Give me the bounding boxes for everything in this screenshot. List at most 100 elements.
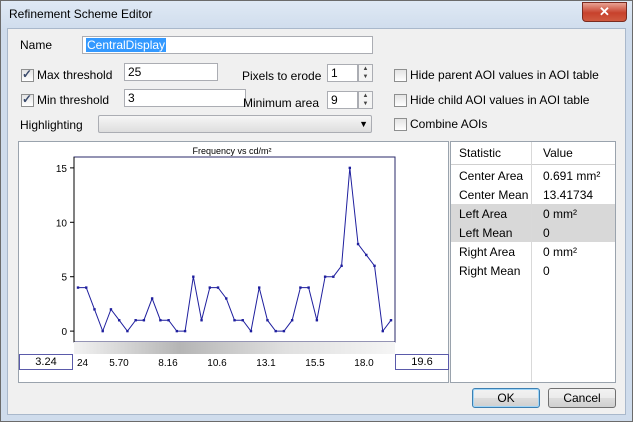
data-point bbox=[150, 297, 154, 300]
data-point bbox=[348, 166, 352, 170]
window-title: Refinement Scheme Editor bbox=[9, 7, 153, 21]
statistic-name: Center Area bbox=[459, 169, 524, 183]
statistic-value: 0.691 mm² bbox=[543, 169, 601, 183]
data-point bbox=[315, 319, 319, 322]
table-row[interactable]: Center Mean 13.41734 bbox=[451, 185, 615, 204]
statistic-value: 0 bbox=[543, 226, 550, 240]
spin-up-icon[interactable]: ▲ bbox=[359, 92, 372, 100]
dialog-body: Name CentralDisplay ✓ Max threshold 25 ✓… bbox=[7, 28, 626, 415]
data-point bbox=[126, 329, 129, 333]
x-range-high-readout[interactable]: 19.6 bbox=[395, 354, 449, 370]
plot-frame bbox=[73, 156, 396, 343]
spin-up-icon[interactable]: ▲ bbox=[359, 65, 372, 73]
name-input[interactable]: CentralDisplay bbox=[82, 36, 373, 54]
data-point bbox=[365, 253, 368, 257]
column-separator bbox=[531, 142, 532, 382]
hide-child-label: Hide child AOI values in AOI table bbox=[410, 93, 590, 107]
value-column-header[interactable]: Value bbox=[543, 146, 573, 160]
data-point bbox=[134, 319, 137, 322]
min-threshold-input[interactable]: 3 bbox=[124, 89, 246, 107]
dropdown-arrow-icon: ▼ bbox=[359, 119, 368, 129]
name-input-value: CentralDisplay bbox=[86, 38, 167, 52]
x-tick-label: 18.0 bbox=[354, 358, 374, 369]
max-threshold-input[interactable]: 25 bbox=[124, 63, 218, 81]
max-threshold-label: Max threshold bbox=[37, 68, 113, 82]
min-threshold-checkbox[interactable]: ✓ bbox=[21, 92, 34, 107]
highlighting-dropdown[interactable]: ▼ bbox=[98, 115, 372, 133]
data-point bbox=[101, 329, 104, 333]
table-row[interactable]: Right Mean 0 bbox=[451, 261, 615, 280]
data-point bbox=[282, 329, 286, 333]
data-point bbox=[159, 319, 162, 322]
x-tick-label: 15.5 bbox=[305, 358, 325, 369]
data-point bbox=[175, 329, 179, 333]
chart-title: Frequency vs cd/m² bbox=[192, 146, 271, 156]
combine-aois-label: Combine AOIs bbox=[410, 117, 488, 131]
y-tick-label: 15 bbox=[56, 164, 68, 175]
data-point bbox=[249, 329, 253, 333]
minimum-area-input[interactable]: 9 bbox=[327, 91, 358, 109]
data-point bbox=[233, 319, 236, 322]
table-row[interactable]: Right Area 0 mm² bbox=[451, 242, 615, 261]
refinement-scheme-editor-window: Refinement Scheme Editor ✕ Name CentralD… bbox=[0, 0, 633, 422]
name-label: Name bbox=[20, 38, 53, 52]
data-point bbox=[85, 286, 88, 289]
hide-parent-label: Hide parent AOI values in AOI table bbox=[410, 68, 599, 82]
statistic-column-header[interactable]: Statistic bbox=[459, 146, 501, 160]
data-point bbox=[332, 275, 335, 278]
minimum-area-label: Minimum area bbox=[243, 96, 320, 110]
pixels-to-erode-label: Pixels to erode bbox=[242, 69, 322, 83]
data-point bbox=[109, 308, 113, 311]
data-point bbox=[389, 319, 393, 322]
max-threshold-checkbox[interactable]: ✓ bbox=[21, 67, 34, 82]
gray-ramp-bar[interactable] bbox=[74, 342, 395, 354]
y-tick-label: 5 bbox=[61, 273, 67, 284]
x-range-low-readout[interactable]: 3.24 bbox=[19, 354, 73, 370]
spin-down-icon[interactable]: ▼ bbox=[359, 100, 372, 108]
table-row[interactable]: Left Area 0 mm² bbox=[451, 204, 615, 223]
data-point bbox=[307, 286, 310, 289]
data-point bbox=[167, 319, 170, 322]
hide-parent-checkbox[interactable] bbox=[394, 69, 407, 82]
data-point bbox=[373, 264, 376, 268]
data-point bbox=[225, 297, 228, 300]
data-point bbox=[258, 286, 261, 289]
data-point bbox=[241, 319, 244, 322]
data-point bbox=[142, 319, 146, 322]
minimum-area-spinner[interactable]: ▲ ▼ bbox=[358, 91, 373, 109]
statistic-value: 0 mm² bbox=[543, 245, 577, 259]
x-tick-label: 13.1 bbox=[256, 358, 276, 369]
x-tick-label: 8.16 bbox=[158, 358, 178, 369]
x-tick-label: 5.70 bbox=[109, 358, 129, 369]
statistic-name: Left Mean bbox=[459, 226, 513, 240]
frequency-series-line bbox=[78, 167, 392, 333]
x-tick-label: 10.6 bbox=[207, 358, 227, 369]
data-point bbox=[192, 275, 195, 278]
combine-aois-checkbox[interactable] bbox=[394, 118, 407, 131]
data-point bbox=[200, 319, 203, 322]
pixels-to-erode-input[interactable]: 1 bbox=[327, 64, 358, 82]
statistic-name: Right Area bbox=[459, 245, 516, 259]
data-point bbox=[208, 286, 211, 289]
data-point bbox=[323, 275, 327, 278]
statistic-name: Center Mean bbox=[459, 188, 529, 202]
data-point bbox=[356, 242, 360, 246]
table-row[interactable]: Center Area 0.691 mm² bbox=[451, 166, 615, 185]
hide-child-checkbox[interactable] bbox=[394, 94, 407, 107]
title-bar: Refinement Scheme Editor ✕ bbox=[1, 1, 632, 27]
pixels-to-erode-spinner[interactable]: ▲ ▼ bbox=[358, 64, 373, 82]
data-point bbox=[183, 329, 187, 333]
table-row[interactable]: Left Mean 0 bbox=[451, 223, 615, 242]
data-point bbox=[76, 286, 80, 289]
checkmark-icon: ✓ bbox=[22, 67, 33, 81]
data-point bbox=[117, 319, 121, 322]
close-button[interactable]: ✕ bbox=[582, 2, 627, 22]
ok-button[interactable]: OK bbox=[472, 388, 540, 408]
cancel-button[interactable]: Cancel bbox=[548, 388, 616, 408]
data-point bbox=[93, 308, 96, 311]
spin-down-icon[interactable]: ▼ bbox=[359, 73, 372, 81]
min-threshold-label: Min threshold bbox=[37, 93, 110, 107]
data-point bbox=[340, 264, 343, 268]
highlighting-label: Highlighting bbox=[20, 118, 83, 132]
x-tick-label: 24 bbox=[77, 358, 89, 369]
